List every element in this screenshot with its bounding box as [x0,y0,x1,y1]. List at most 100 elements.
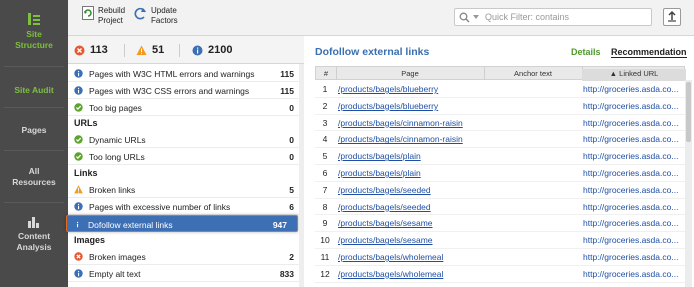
sidebar-divider [4,66,64,67]
col-header-linked-url[interactable]: ▲ Linked URL [582,69,686,81]
sidebar-item-content-analysis[interactable]: Content Analysis [0,216,68,253]
issue-count: 947 [272,220,287,230]
status-icon [74,252,83,261]
table-row[interactable]: 3/products/bagels/cinnamon-raisin http://… [315,115,685,132]
issue-row[interactable]: Broken links 5 [68,181,304,198]
page-link[interactable]: /products/bagels/seeded [338,202,431,212]
issue-row[interactable]: Pages with W3C CSS errors and warnings 11… [68,82,304,99]
page-link[interactable]: /products/bagels/plain [338,168,421,178]
issue-count: 0 [289,152,294,162]
table-row[interactable]: 6/products/bagels/plain http://groceries.… [315,165,685,182]
status-icon [74,135,83,144]
info-icon [74,69,83,78]
page-link[interactable]: /products/bagels/blueberry [338,101,438,111]
col-header-page[interactable]: Page [336,69,484,78]
sidebar-item-pages[interactable]: Pages [0,125,68,136]
row-number: 2 [322,100,328,111]
linked-url-link[interactable]: http://groceries.asda.co... [583,134,683,144]
table-row[interactable]: 12/products/bagels/wholemeal http://groce… [315,266,685,283]
table-row[interactable]: 1/products/bagels/blueberry http://grocer… [315,81,685,98]
table-scrollbar[interactable] [685,80,692,287]
sidebar-item-site-structure[interactable]: Site Structure [0,12,68,51]
table-row[interactable]: 5/products/bagels/plain http://groceries.… [315,148,685,165]
page-link[interactable]: /products/bagels/plain [338,151,421,161]
tab-details[interactable]: Details [571,47,601,57]
issue-label: Dofollow external links [88,220,173,230]
page-link[interactable]: /products/bagels/sesame [338,218,433,228]
warning-icon [136,45,147,55]
page-link[interactable]: /products/bagels/sesame [338,235,433,245]
linked-url-link[interactable]: http://groceries.asda.co... [583,235,683,245]
info-icon [74,269,83,278]
issues-scrollbar[interactable] [299,64,304,287]
sidebar-label: Resources [12,177,56,187]
scrollbar-thumb[interactable] [686,82,691,142]
issue-group-header[interactable]: URLs [74,118,98,128]
linked-url-link[interactable]: http://groceries.asda.co... [583,84,683,94]
page-link[interactable]: /products/bagels/cinnamon-raisin [338,134,463,144]
issue-group-header[interactable]: Images [74,235,105,245]
linked-url-link[interactable]: http://groceries.asda.co... [583,218,683,228]
linked-url-link[interactable]: http://groceries.asda.co... [583,151,683,161]
filter-dropdown-icon[interactable] [473,15,479,19]
content-analysis-icon [28,217,39,228]
row-number: 10 [320,235,330,246]
check-icon [74,103,83,112]
issue-row[interactable]: Too long URLs 0 [68,148,304,165]
issue-row[interactable]: Empty alt text 833 [68,265,304,282]
linked-url-link[interactable]: http://groceries.asda.co... [583,185,683,195]
row-number: 5 [322,151,328,162]
check-icon [74,152,83,161]
col-header-anchor-text[interactable]: Anchor text [484,69,582,78]
linked-url-link[interactable]: http://groceries.asda.co... [583,269,683,279]
export-button[interactable] [663,8,681,26]
table-row[interactable]: 2/products/bagels/blueberry http://grocer… [315,98,685,115]
linked-url-link[interactable]: http://groceries.asda.co... [583,118,683,128]
sidebar-item-all-resources[interactable]: All Resources [0,166,68,188]
status-icon [74,69,83,78]
row-number: 8 [322,201,328,212]
issue-count: 833 [279,269,294,279]
issues-panel: 113 51 2100 Pages with W3C HTML errors a… [66,36,304,287]
page-link[interactable]: /products/bagels/cinnamon-raisin [338,118,463,128]
quick-filter-input[interactable]: Quick Filter: contains [454,8,652,26]
sidebar-divider [4,107,64,108]
table-row[interactable]: 11/products/bagels/wholemeal http://groce… [315,249,685,266]
linked-url-link[interactable]: http://groceries.asda.co... [583,101,683,111]
issue-row[interactable]: Dynamic URLs 0 [68,131,304,148]
issue-count: 0 [289,103,294,113]
table-row[interactable]: 4/products/bagels/cinnamon-raisin http://… [315,131,685,149]
rebuild-label: Rebuild [98,6,126,15]
linked-url-link[interactable]: http://groceries.asda.co... [583,168,683,178]
issue-row[interactable]: Too big pages 0 [68,99,304,116]
page-link[interactable]: /products/bagels/wholemeal [338,269,443,279]
page-link[interactable]: /products/bagels/wholemeal [338,252,443,262]
page-link[interactable]: /products/bagels/seeded [338,185,431,195]
rebuild-label: Project [98,16,123,25]
issue-group-header[interactable]: Links [74,168,98,178]
issue-row[interactable]: Broken images 2 [68,248,304,265]
table-row[interactable]: 8/products/bagels/seeded http://groceries… [315,199,685,216]
sidebar-item-site-audit[interactable]: Site Audit [0,85,68,96]
table-row[interactable]: 7/products/bagels/seeded http://groceries… [315,182,685,199]
linked-url-link[interactable]: http://groceries.asda.co... [583,252,683,262]
issue-count: 2 [289,252,294,262]
sidebar-label: Content [17,231,51,241]
page-link[interactable]: /products/bagels/blueberry [338,84,438,94]
tab-recommendation[interactable]: Recommendation [611,47,687,58]
status-icon [74,152,83,161]
table-row[interactable]: 10/products/bagels/sesame http://grocerie… [315,232,685,249]
col-header-number[interactable]: # [316,69,336,78]
issue-count: 5 [289,185,294,195]
linked-url-link[interactable]: http://groceries.asda.co... [583,202,683,212]
issue-row[interactable]: Pages with W3C HTML errors and warnings 1… [68,65,304,82]
sidebar-divider [4,150,64,151]
issue-row[interactable]: Pages with excessive number of links 6 [68,198,304,215]
issue-count: 6 [289,202,294,212]
filter-placeholder: Quick Filter: contains [485,12,570,22]
search-icon [459,12,470,23]
row-number: 3 [322,117,328,128]
export-icon [668,10,676,22]
table-row[interactable]: 9/products/bagels/sesame http://groceries… [315,215,685,233]
issue-row[interactable]: Dofollow external links 947 [66,215,298,232]
